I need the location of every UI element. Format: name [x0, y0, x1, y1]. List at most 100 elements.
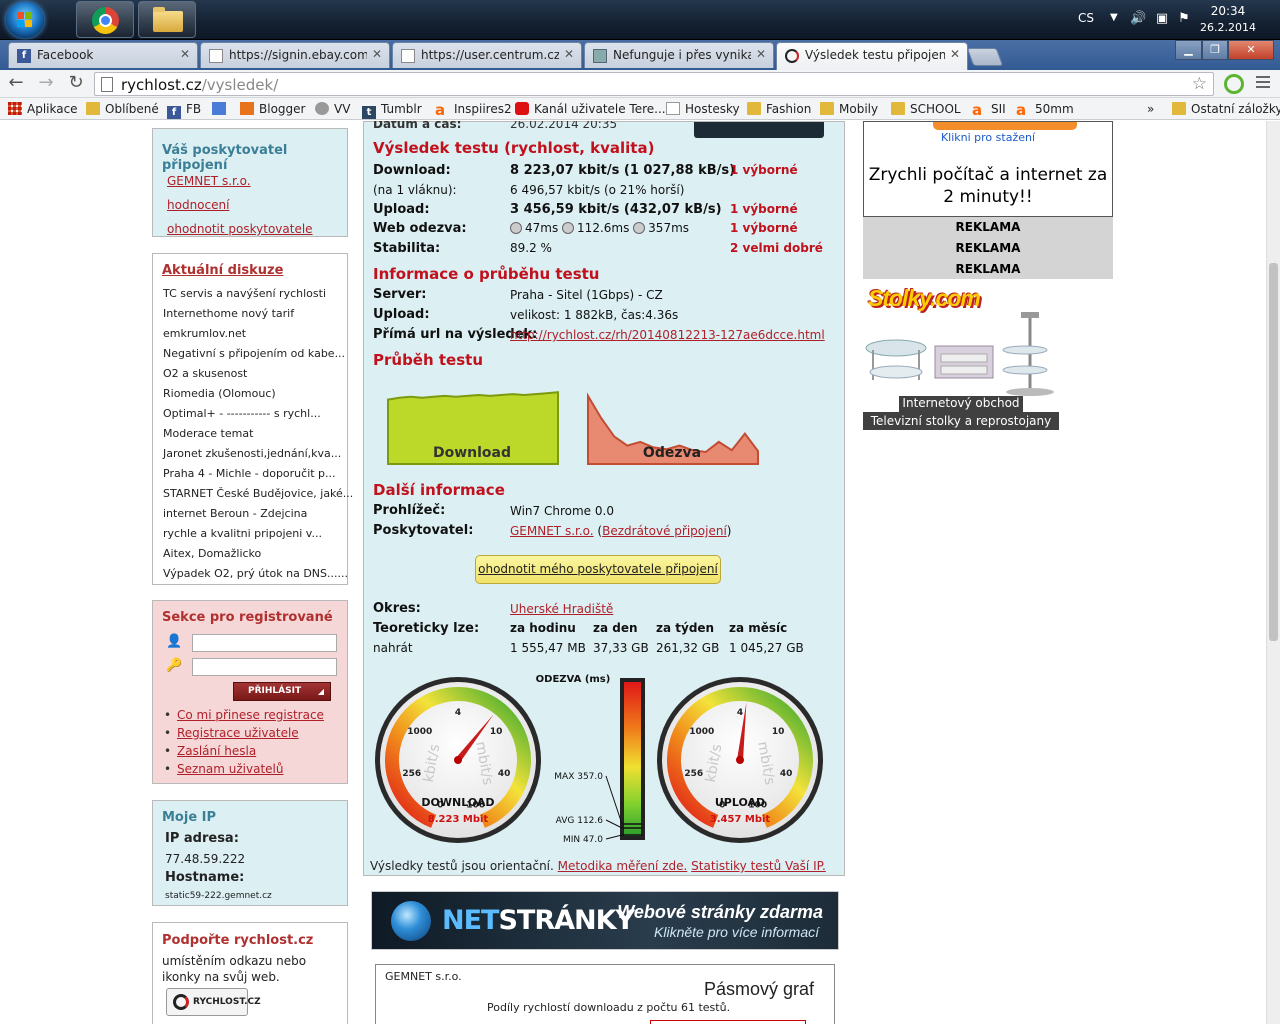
bookmark-oblibene[interactable]: Oblíbené [86, 102, 159, 116]
bookmark-other[interactable]: Ostatní záložky [1172, 102, 1280, 116]
bookmark-google[interactable] [212, 102, 231, 116]
bookmark-school[interactable]: SCHOOL [891, 102, 961, 116]
bookmark-tumblr[interactable]: t Tumblr [362, 102, 422, 119]
ad-line[interactable]: REKLAMA [863, 217, 1113, 238]
tab-centrum[interactable]: https://user.centrum.cz/?l ✕ [392, 42, 582, 68]
back-icon[interactable]: ← [4, 72, 28, 96]
bookmark-50mm[interactable]: a 50mm [1016, 102, 1074, 118]
discussion-item[interactable]: Riomedia (Olomouc) [163, 384, 353, 404]
provider-link[interactable]: GEMNET s.r.o. [167, 174, 251, 188]
stolky-ad[interactable]: Stolky.com Internetový obchod Televizní … [863, 284, 1059, 430]
support-box: Podpořte rychlost.cz umístěním odkazu ne… [152, 922, 348, 1024]
discussion-item[interactable]: Aitex, Domažlicko [163, 544, 353, 564]
registration-benefits-link[interactable]: Co mi přinese registrace [177, 708, 324, 722]
start-button[interactable] [6, 2, 44, 38]
bookmark-fb[interactable]: f FB [167, 102, 201, 119]
bookmark-blogger[interactable]: Blogger [240, 102, 305, 116]
discussion-item[interactable]: Jaronet zkušenosti,jednání,kva... [163, 444, 353, 464]
forward-icon[interactable]: → [34, 72, 58, 96]
discussion-item[interactable]: internet Beroun - Zdejcina [163, 504, 353, 524]
page-scrollbar[interactable] [1266, 121, 1280, 1024]
language-indicator[interactable]: CS [1078, 11, 1094, 25]
ad-line[interactable]: REKLAMA [863, 259, 1113, 280]
upload-gauge-tick-label: 1000 [689, 727, 714, 737]
close-icon[interactable]: ✕ [564, 47, 574, 61]
close-icon[interactable]: ✕ [180, 47, 190, 61]
netstranky-banner[interactable]: NETSTRÁNKY Webové stránky zdarma Kliknět… [371, 891, 839, 950]
extension-icon[interactable] [1224, 74, 1244, 94]
download-ad[interactable]: Klikni pro stažení Zrychli počítač a int… [863, 121, 1113, 217]
discussion-item[interactable]: Optimal+ - ----------- s rychl... [163, 404, 353, 424]
minimize-button[interactable]: ▁ [1175, 40, 1202, 60]
tab-rychlost-result[interactable]: Výsledek testu připojení k ✕ [776, 42, 968, 70]
mini-banner[interactable] [694, 122, 824, 138]
clock-date[interactable]: 26.2.2014 [1198, 21, 1258, 34]
register-user-link[interactable]: Registrace uživatele [177, 726, 299, 740]
network-icon[interactable]: ▣ [1154, 11, 1170, 27]
address-bar[interactable]: rychlost.cz/vysledek/ ☆ [94, 72, 1214, 96]
close-window-button[interactable]: ✕ [1228, 40, 1274, 60]
discussion-item[interactable]: TC servis a navýšení rychlosti [163, 284, 353, 304]
discussion-item[interactable]: Výpadek O2, prý útok na DNS...... [163, 564, 353, 584]
download-ad-link[interactable]: Klikni pro stažení [864, 131, 1112, 144]
url-text[interactable]: rychlost.cz/vysledek/ [121, 76, 278, 94]
bookmark-star-icon[interactable]: ☆ [1192, 74, 1207, 94]
discussion-item[interactable]: Negativní s připojením od kabe... [163, 344, 353, 364]
district-link[interactable]: Uherské Hradiště [510, 602, 613, 616]
bookmark-sii[interactable]: a SII [972, 102, 1006, 118]
discussion-item[interactable]: Praha 4 - Michle - doporučit p... [163, 464, 353, 484]
send-password-link[interactable]: Zaslání hesla [177, 744, 256, 758]
discussion-item[interactable]: emkrumlov.net [163, 324, 353, 344]
tab-facebook[interactable]: f Facebook ✕ [8, 42, 198, 68]
bookmark-hostesky[interactable]: Hostesky [666, 102, 740, 116]
result-url-link[interactable]: http://rychlost.cz/rh/20140812213-127ae6… [510, 328, 825, 342]
close-icon[interactable]: ✕ [372, 47, 382, 61]
close-icon[interactable]: ✕ [950, 47, 960, 61]
system-tray: CS ▼ 🔊 ▣ ⚑ 20:34 26.2.2014 [1070, 0, 1280, 40]
password-input[interactable] [192, 658, 337, 676]
discussion-item[interactable]: O2 a skusenost [163, 364, 353, 384]
bookmarks-overflow-button[interactable]: » [1147, 102, 1154, 116]
discussion-item[interactable]: Moderace temat [163, 424, 353, 444]
volume-icon[interactable]: 🔊 [1130, 11, 1146, 27]
bookmark-fashion[interactable]: Fashion [747, 102, 811, 116]
user-list-link[interactable]: Seznam uživatelů [177, 762, 283, 776]
clock-time[interactable]: 20:34 [1198, 4, 1258, 18]
bookmark-vv[interactable]: VV [315, 102, 350, 116]
discussion-item[interactable]: Internethome nový tarif [163, 304, 353, 324]
tab-forum[interactable]: Nefunguje i přes vynikajíc ✕ [584, 42, 774, 68]
bookmark-youtube[interactable]: Kanál uživatele Tere... [515, 102, 666, 116]
rate-provider-button[interactable]: ohodnotit mého poskytovatele připojení [475, 555, 721, 584]
methodology-link[interactable]: Metodika měření zde. [558, 859, 688, 873]
taskbar-chrome-button[interactable] [76, 1, 134, 38]
windows-logo-icon [17, 12, 33, 28]
close-icon[interactable]: ✕ [756, 47, 766, 61]
rating-link[interactable]: hodnocení [167, 198, 229, 212]
chrome-menu-icon[interactable] [1256, 74, 1270, 90]
reload-icon[interactable]: ↻ [64, 72, 88, 96]
rychlost-badge[interactable]: RYCHLOST.CZ [166, 988, 261, 1016]
username-input[interactable] [192, 634, 337, 652]
download-ad-button[interactable] [933, 122, 1077, 130]
taskbar-explorer-button[interactable] [138, 1, 196, 38]
ad-line[interactable]: REKLAMA [863, 238, 1113, 259]
bookmark-mobily[interactable]: Mobily [820, 102, 878, 116]
maximize-button[interactable]: ❐ [1202, 40, 1228, 60]
discussion-item[interactable]: STARNET České Budějovice, jaké... [163, 484, 353, 504]
new-tab-button[interactable] [966, 48, 1004, 66]
rate-provider-link[interactable]: ohodnotit poskytovatele [167, 222, 313, 236]
isp-link[interactable]: GEMNET s.r.o. [510, 524, 594, 538]
tray-expand-icon[interactable]: ▼ [1110, 12, 1118, 23]
action-center-flag-icon[interactable]: ⚑ [1176, 11, 1192, 27]
discussion-title[interactable]: Aktuální diskuze [162, 263, 283, 278]
facebook-icon: f [167, 106, 181, 119]
discussion-item[interactable]: rychle a kvalitni pripojeni v... [163, 524, 353, 544]
bookmark-inspiires[interactable]: a Inspiires2 [435, 101, 512, 119]
isp-type-link[interactable]: Bezdrátové připojení [602, 524, 727, 538]
a-icon: a [435, 101, 446, 119]
ip-stats-link[interactable]: Statistiky testů Vaší IP. [691, 859, 826, 873]
login-button[interactable]: PŘIHLÁSIT ◢ [233, 682, 331, 701]
scrollbar-thumb[interactable] [1269, 263, 1278, 641]
tab-ebay[interactable]: https://signin.ebay.com/w ✕ [200, 42, 390, 68]
bookmark-apps[interactable]: Aplikace [8, 102, 78, 116]
